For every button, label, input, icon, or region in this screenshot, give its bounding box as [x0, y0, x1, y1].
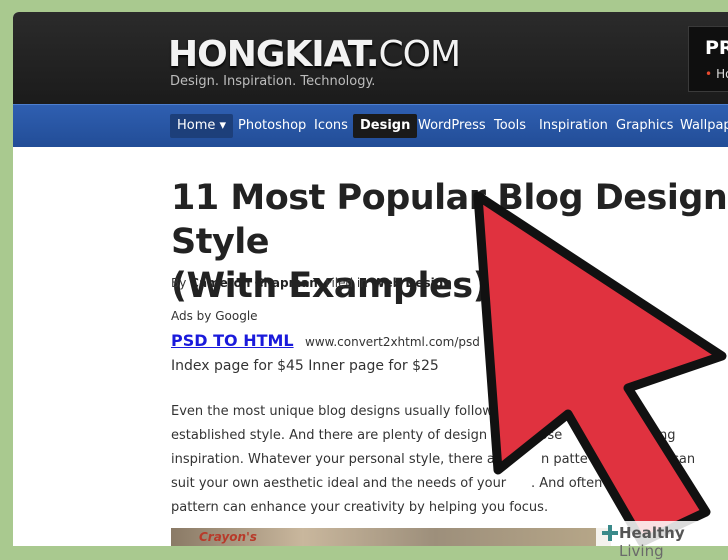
plus-cross-icon [602, 525, 618, 541]
watermark-text: Healthy Living [619, 524, 728, 560]
watermark: Healthy Living [596, 521, 728, 560]
watermark-brand-light: Living [619, 542, 664, 560]
cursor-arrow-icon [473, 191, 727, 546]
watermark-brand: Healthy [619, 524, 685, 542]
